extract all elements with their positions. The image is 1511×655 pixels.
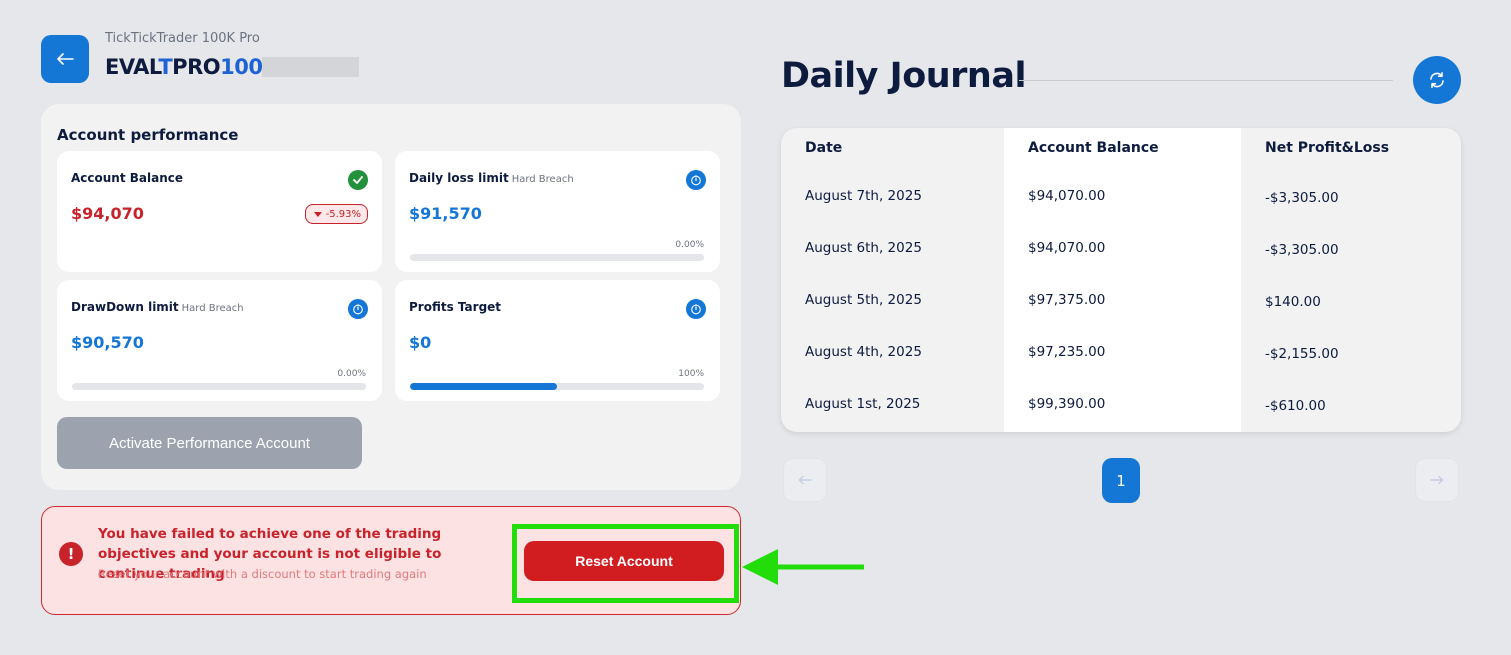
exclamation-icon: ! bbox=[59, 542, 83, 566]
divider bbox=[1019, 80, 1393, 81]
arrow-left-icon bbox=[57, 53, 74, 65]
refresh-button[interactable] bbox=[1413, 56, 1461, 104]
progress-bar bbox=[410, 383, 704, 390]
cell-date: August 1st, 2025 bbox=[805, 396, 921, 412]
header-date: Date bbox=[805, 140, 843, 156]
profits-target-card: Profits Target $0 100% bbox=[395, 280, 720, 401]
change-badge: -5.93% bbox=[304, 204, 368, 224]
back-button[interactable] bbox=[41, 35, 89, 83]
alert-subtitle: Reset your account with a discount to st… bbox=[98, 567, 427, 581]
account-id-accent: T bbox=[158, 55, 173, 79]
card-label-text: Profits Target bbox=[409, 300, 502, 314]
timer-icon bbox=[686, 299, 706, 319]
cell-date: August 5th, 2025 bbox=[805, 292, 922, 308]
header-balance: Account Balance bbox=[1028, 140, 1159, 156]
card-label-text: Daily loss limit bbox=[409, 171, 509, 185]
arrow-left-icon bbox=[798, 475, 812, 485]
daily-loss-card: Daily loss limit Hard Breach $91,570 0.00… bbox=[395, 151, 720, 272]
cell-balance: $99,390.00 bbox=[1028, 396, 1106, 412]
pointer-arrow-icon bbox=[742, 549, 864, 585]
cell-pnl: -$3,305.00 bbox=[1265, 190, 1339, 206]
account-plan: TickTickTrader 100K Pro bbox=[105, 31, 260, 46]
cell-date: August 4th, 2025 bbox=[805, 344, 922, 360]
cell-balance: $97,235.00 bbox=[1028, 344, 1106, 360]
hard-breach-label: Hard Breach bbox=[511, 174, 574, 185]
performance-panel: Account performance Account Balance $94,… bbox=[41, 104, 741, 490]
daily-loss-value: $91,570 bbox=[409, 204, 482, 223]
progress-bar bbox=[72, 383, 366, 390]
account-id: EVALTPRO100 bbox=[105, 55, 360, 79]
arrow-right-icon bbox=[1430, 475, 1444, 485]
cell-pnl: $140.00 bbox=[1265, 294, 1321, 310]
header-pnl: Net Profit&Loss bbox=[1265, 140, 1390, 156]
progress-percent: 0.00% bbox=[337, 369, 366, 379]
performance-title: Account performance bbox=[57, 126, 239, 144]
drawdown-card: DrawDown limit Hard Breach $90,570 0.00% bbox=[57, 280, 382, 401]
cell-date: August 6th, 2025 bbox=[805, 240, 922, 256]
activate-performance-button[interactable]: Activate Performance Account bbox=[57, 417, 362, 469]
cell-balance: $94,070.00 bbox=[1028, 240, 1106, 256]
check-icon bbox=[348, 170, 368, 190]
timer-icon bbox=[686, 170, 706, 190]
progress-fill bbox=[410, 383, 557, 390]
refresh-icon bbox=[1430, 72, 1444, 88]
hard-breach-label: Hard Breach bbox=[181, 303, 244, 314]
drawdown-value: $90,570 bbox=[71, 333, 144, 352]
timer-icon bbox=[348, 299, 368, 319]
cell-pnl: -$3,305.00 bbox=[1265, 242, 1339, 258]
card-label: DrawDown limit Hard Breach bbox=[71, 300, 244, 314]
cell-pnl: -$2,155.00 bbox=[1265, 346, 1339, 362]
card-label-text: DrawDown limit bbox=[71, 300, 179, 314]
redacted-block bbox=[262, 57, 360, 77]
cell-balance: $94,070.00 bbox=[1028, 188, 1106, 204]
page-1-button[interactable]: 1 bbox=[1102, 458, 1140, 503]
account-id-mid: PRO bbox=[172, 55, 221, 79]
account-id-number: 100 bbox=[220, 55, 263, 79]
journal-table: Date Account Balance Net Profit&Loss Aug… bbox=[781, 128, 1461, 432]
next-page-button[interactable] bbox=[1415, 458, 1459, 502]
account-balance-value: $94,070 bbox=[71, 204, 144, 223]
card-label: Account Balance bbox=[71, 171, 183, 185]
cell-balance: $97,375.00 bbox=[1028, 292, 1106, 308]
card-label: Profits Target bbox=[409, 300, 501, 314]
reset-account-button[interactable]: Reset Account bbox=[524, 541, 724, 581]
card-label: Daily loss limit Hard Breach bbox=[409, 171, 574, 185]
progress-bar bbox=[410, 254, 704, 261]
account-id-prefix: EVAL bbox=[105, 55, 159, 79]
card-label-text: Account Balance bbox=[71, 171, 184, 185]
prev-page-button[interactable] bbox=[783, 458, 827, 502]
balance-column-bg bbox=[1004, 128, 1241, 432]
journal-title: Daily Journal bbox=[781, 56, 1026, 96]
cell-pnl: -$610.00 bbox=[1265, 398, 1326, 414]
profits-target-value: $0 bbox=[409, 333, 432, 352]
cell-date: August 7th, 2025 bbox=[805, 188, 922, 204]
account-balance-card: Account Balance $94,070 -5.93% bbox=[57, 151, 382, 272]
progress-percent: 100% bbox=[678, 369, 704, 379]
progress-percent: 0.00% bbox=[675, 240, 704, 250]
